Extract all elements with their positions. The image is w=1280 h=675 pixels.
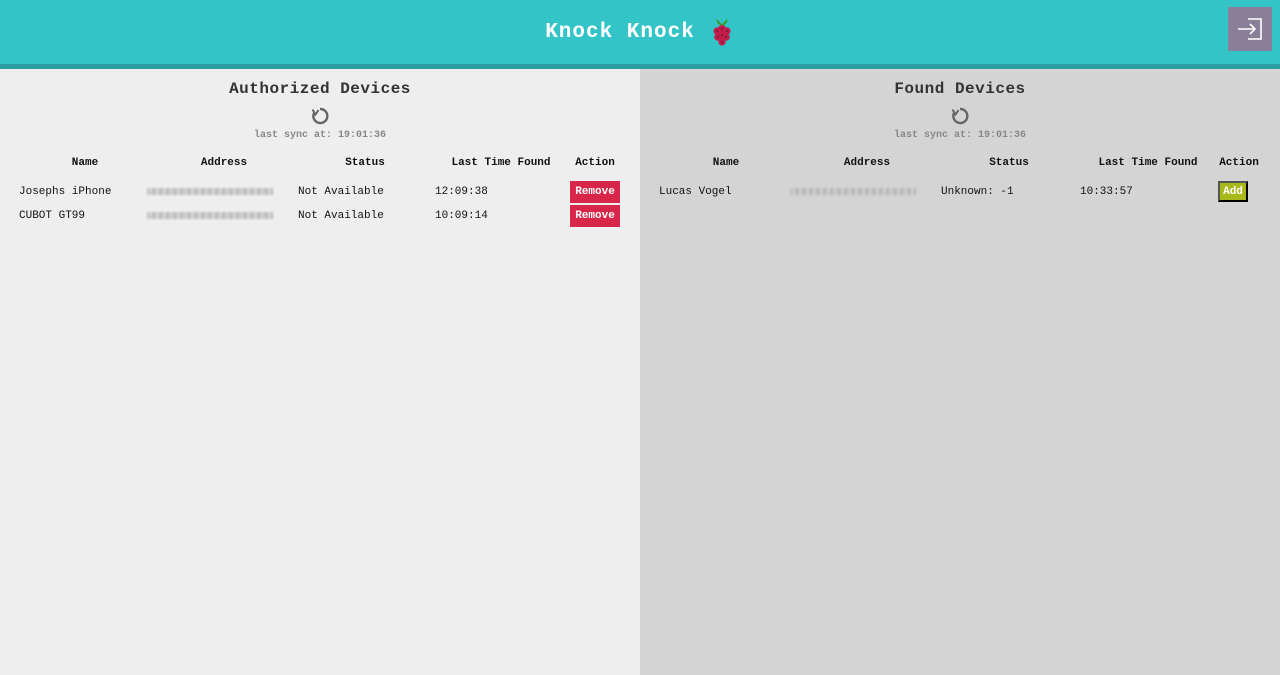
remove-button[interactable]: Remove xyxy=(570,181,620,203)
column-header-name: Name xyxy=(712,157,740,169)
authorized-devices-panel: Authorized Devices last sync at: 19:01:3… xyxy=(0,69,640,675)
raspberry-pi-icon xyxy=(713,19,731,46)
last-sync-text: last sync at: 19:01:36 xyxy=(893,130,1027,141)
remove-button[interactable]: Remove xyxy=(570,205,620,227)
refresh-icon[interactable] xyxy=(950,106,970,126)
authorized-devices-title: Authorized Devices xyxy=(229,80,411,98)
app-title: Knock Knock xyxy=(545,20,695,44)
column-header-address: Address xyxy=(200,157,248,169)
column-header-status: Status xyxy=(345,157,385,169)
found-devices-panel: Found Devices last sync at: 19:01:36 Nam… xyxy=(640,69,1280,675)
app-header: Knock Knock xyxy=(0,0,1280,69)
device-status: Not Available xyxy=(298,210,384,222)
device-status: Unknown: -1 xyxy=(941,186,1014,198)
column-header-last-time-found: Last Time Found xyxy=(1098,157,1198,169)
device-address-redacted xyxy=(147,212,273,219)
column-header-address: Address xyxy=(843,157,891,169)
device-address-redacted xyxy=(790,188,916,195)
device-name: CUBOT GT99 xyxy=(19,210,86,222)
column-header-action: Action xyxy=(1219,157,1259,169)
add-button[interactable]: Add xyxy=(1218,181,1248,202)
device-status: Not Available xyxy=(298,186,384,198)
device-address-redacted xyxy=(147,188,273,195)
brand: Knock Knock xyxy=(0,0,1280,64)
device-last-found: 10:09:14 xyxy=(435,210,488,222)
device-name: Josephs iPhone xyxy=(19,186,112,198)
last-sync-text: last sync at: 19:01:36 xyxy=(253,130,387,141)
sign-in-icon xyxy=(1238,18,1262,40)
device-last-found: 12:09:38 xyxy=(435,186,488,198)
column-header-last-time-found: Last Time Found xyxy=(451,157,551,169)
column-header-status: Status xyxy=(989,157,1029,169)
device-name: Lucas Vogel xyxy=(659,186,732,198)
found-devices-title: Found Devices xyxy=(894,80,1026,98)
device-last-found: 10:33:57 xyxy=(1080,186,1133,198)
column-header-action: Action xyxy=(575,157,615,169)
refresh-icon[interactable] xyxy=(310,106,330,126)
logout-button[interactable] xyxy=(1228,7,1272,51)
column-header-name: Name xyxy=(71,157,99,169)
